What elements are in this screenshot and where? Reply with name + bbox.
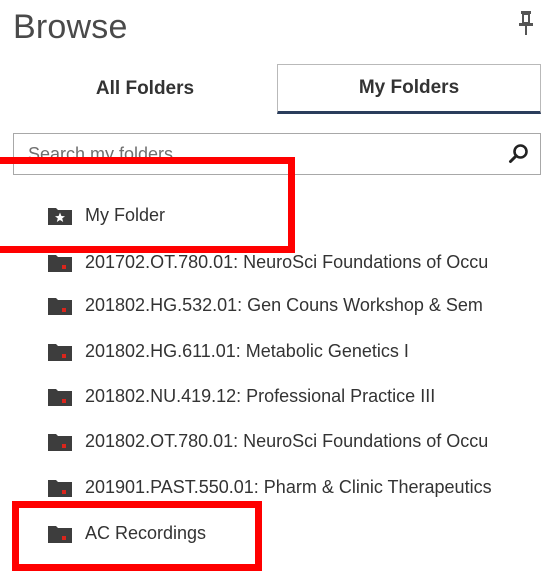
folder-icon [48, 254, 72, 272]
folder-item[interactable]: 201702.OT.780.01: NeuroSci Foundations o… [48, 247, 488, 277]
folder-label: AC Recordings [85, 522, 207, 543]
folder-label: 201802.HG.611.01: Metabolic Genetics I [85, 340, 409, 361]
folder-item[interactable]: 201802.OT.780.01: NeuroSci Foundations o… [48, 426, 488, 456]
folder-star-icon [48, 207, 72, 225]
folder-icon [48, 433, 72, 451]
folder-label: 201702.OT.780.01: NeuroSci Foundations o… [85, 251, 489, 272]
folder-item[interactable]: 201802.HG.532.01: Gen Couns Workshop & S… [48, 290, 483, 320]
folder-icon [48, 479, 72, 497]
folder-item[interactable]: 201901.PAST.550.01: Pharm & Clinic Thera… [48, 472, 492, 502]
folder-icon [48, 525, 72, 543]
folder-item[interactable]: 201802.HG.611.01: Metabolic Genetics I [48, 336, 409, 366]
folder-label: My Folder [85, 204, 166, 225]
folder-label: 201901.PAST.550.01: Pharm & Clinic Thera… [85, 476, 492, 497]
folder-label: 201802.OT.780.01: NeuroSci Foundations o… [85, 430, 489, 451]
folder-icon [48, 297, 72, 315]
folder-label: 201802.HG.532.01: Gen Couns Workshop & S… [85, 294, 483, 315]
folder-list: My Folder 201702.OT.780.01: NeuroSci Fou… [0, 0, 550, 571]
folder-item-ac-recordings[interactable]: AC Recordings [48, 518, 206, 548]
folder-icon [48, 343, 72, 361]
folder-label: 201802.NU.419.12: Professional Practice … [85, 385, 436, 406]
folder-item[interactable]: 201802.NU.419.12: Professional Practice … [48, 381, 435, 411]
folder-icon [48, 388, 72, 406]
folder-item-my-folder[interactable]: My Folder [48, 200, 165, 230]
